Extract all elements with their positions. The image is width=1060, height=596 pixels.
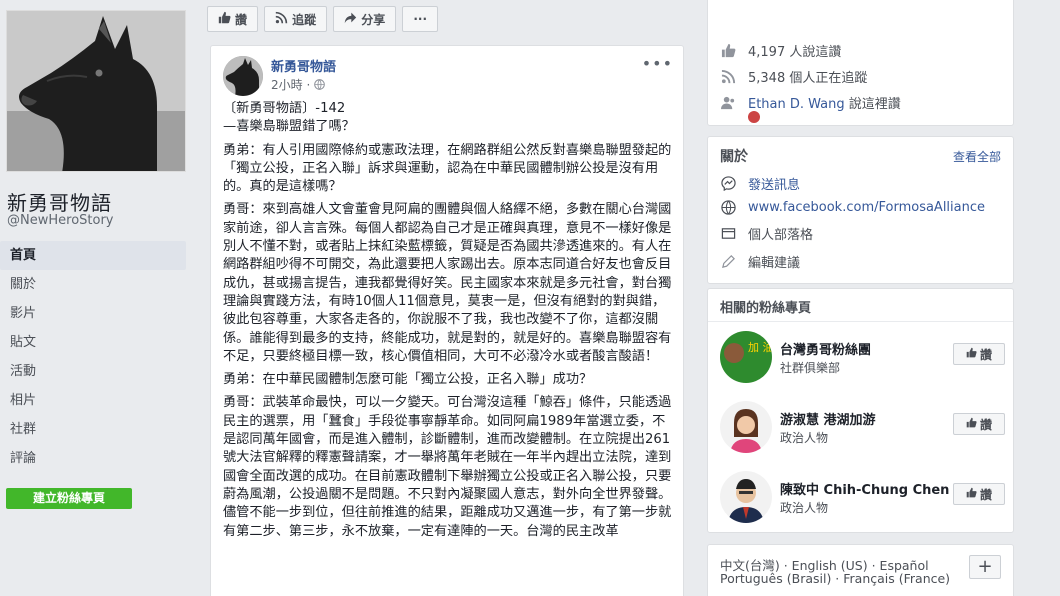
post-paragraph: 勇哥：武裝革命最快，可以一夕變天。可台灣沒這種「鯨吞」條件，只能透過民主的選票，…	[223, 395, 672, 539]
doberman-image	[7, 11, 185, 171]
page-nav: 首頁 關於 影片 貼文 活動 相片 社群 評論	[0, 241, 186, 473]
related-page-item: 陳致中 Chih-Chung Chen 政治人物 讚	[720, 471, 1005, 523]
share-button[interactable]: 分享	[333, 6, 397, 32]
more-languages-button[interactable]: +	[969, 555, 1001, 579]
friend-likes-row: Ethan D. Wang 說這裡讚	[720, 93, 901, 112]
about-item-label: 編輯建議	[748, 256, 801, 271]
related-page-avatar[interactable]	[720, 471, 772, 523]
related-page-name[interactable]: 台灣勇哥粉絲團	[780, 339, 871, 358]
globe-icon	[720, 199, 736, 215]
related-pages-box: 相關的粉絲專頁 加 油 台灣勇哥粉絲團 社群俱樂部 讚 游淑慧 港湖加游 政治人…	[707, 288, 1014, 533]
nav-item-about[interactable]: 關於	[0, 270, 186, 299]
about-item-label: 個人部落格	[748, 228, 814, 243]
like-related-page-button[interactable]: 讚	[953, 343, 1005, 365]
doberman-thumbnail	[223, 56, 263, 96]
thumbs-up-icon	[218, 11, 231, 27]
like-label: 讚	[979, 417, 992, 432]
related-page-item: 加 油 台灣勇哥粉絲團 社群俱樂部 讚	[720, 331, 1005, 383]
share-arrow-icon	[344, 11, 357, 27]
likes-count-row: 4,197 人說這讚	[720, 41, 841, 60]
like-related-page-button[interactable]: 讚	[953, 483, 1005, 505]
friend-likes-suffix: 說這裡讚	[844, 97, 901, 112]
nav-item-reviews[interactable]: 評論	[0, 444, 186, 473]
related-page-name[interactable]: 游淑慧 港湖加游	[780, 409, 876, 428]
profile-picture[interactable]	[6, 10, 186, 172]
related-page-category: 社群俱樂部	[780, 361, 841, 375]
about-item-website[interactable]: www.facebook.com/FormosaAlliance	[720, 199, 985, 215]
pencil-icon	[720, 254, 736, 270]
like-page-label: 讚	[235, 12, 248, 27]
nav-item-events[interactable]: 活動	[0, 357, 186, 386]
thumbs-up-icon	[966, 487, 977, 501]
page-name[interactable]: 新勇哥物語	[7, 187, 112, 216]
rss-icon	[275, 11, 288, 27]
related-page-name[interactable]: 陳致中 Chih-Chung Chen	[780, 479, 949, 498]
nav-item-home[interactable]: 首頁	[0, 241, 186, 270]
left-column: 新勇哥物語 @NewHeroStory 首頁 關於 影片 貼文 活動 相片 社群…	[0, 0, 196, 596]
about-item-suggest-edits[interactable]: 編輯建議	[720, 252, 800, 271]
post-paragraph: 勇弟：在中華民國體制怎麼可能「獨立公投，正名入聯」成功？	[223, 372, 593, 388]
followers-count: 5,348 個人正在追蹤	[748, 71, 868, 86]
messenger-icon	[720, 176, 736, 192]
friend-avatar[interactable]	[748, 111, 760, 123]
language-box: 中文(台灣) · English (US) · Español Portuguê…	[707, 544, 1014, 596]
post-body: 〔新勇哥物語〕-142 —喜樂島聯盟錯了嗎？ 勇弟：有人引用國際條約或憲政法理，…	[223, 100, 675, 546]
nav-item-photos[interactable]: 相片	[0, 386, 186, 415]
post-author-avatar[interactable]	[223, 56, 263, 96]
post-paragraph: 勇弟：有人引用國際條約或憲政法理，在網路群組公然反對喜樂島聯盟發起的「獨立公投，…	[223, 142, 672, 195]
related-page-category: 政治人物	[780, 501, 829, 515]
about-box: 關於 查看全部 發送訊息 www.facebook.com/FormosaAll…	[707, 136, 1014, 284]
post-timestamp[interactable]: 2小時	[271, 78, 303, 92]
about-item-message[interactable]: 發送訊息	[720, 174, 800, 193]
related-page-category: 政治人物	[780, 431, 829, 445]
page-action-bar: 讚 追蹤 分享 ···	[207, 6, 439, 32]
thumbs-up-icon	[966, 417, 977, 431]
nav-item-posts[interactable]: 貼文	[0, 328, 186, 357]
about-item-category[interactable]: 個人部落格	[720, 224, 813, 243]
blog-icon	[720, 226, 736, 242]
follow-button[interactable]: 追蹤	[264, 6, 328, 32]
more-options-button[interactable]: ···	[402, 6, 439, 32]
about-item-label: www.facebook.com/FormosaAlliance	[748, 199, 986, 215]
rss-icon	[720, 69, 736, 85]
related-page-avatar[interactable]	[720, 401, 772, 453]
post-meta: 2小時 ·	[271, 76, 325, 93]
followers-count-row: 5,348 個人正在追蹤	[720, 67, 867, 86]
about-title: 關於	[720, 149, 748, 165]
like-label: 讚	[979, 487, 992, 502]
post-paragraph: 勇哥：來到高雄人文會董會見阿扁的團體與個人絡繹不絕，多數在關心台灣國家前途，卻人…	[223, 202, 672, 364]
thumbs-up-icon	[720, 43, 736, 59]
related-page-item: 游淑慧 港湖加游 政治人物 讚	[720, 401, 1005, 453]
people-icon	[720, 95, 736, 111]
post-author-name[interactable]: 新勇哥物語	[271, 56, 336, 75]
share-label: 分享	[361, 12, 386, 27]
page-handle: @NewHeroStory	[7, 213, 114, 228]
post-card: 新勇哥物語 2小時 · ••• 〔新勇哥物語〕-142 —喜樂島聯盟錯了嗎？ 勇…	[210, 45, 684, 596]
like-page-button[interactable]: 讚	[207, 6, 259, 32]
nav-item-videos[interactable]: 影片	[0, 299, 186, 328]
nav-item-community[interactable]: 社群	[0, 415, 186, 444]
globe-icon	[314, 78, 325, 92]
about-item-label: 發送訊息	[748, 178, 801, 193]
avatar-text: 加 油	[748, 340, 772, 354]
see-all-link[interactable]: 查看全部	[953, 148, 1001, 165]
language-links-line2[interactable]: Português (Brasil) · Français (France)	[720, 571, 950, 586]
thumbs-up-icon	[966, 347, 977, 361]
related-page-avatar[interactable]: 加 油	[720, 331, 772, 383]
page-stats-box: 4,197 人說這讚 5,348 個人正在追蹤 Ethan D. Wang 說這…	[707, 0, 1014, 126]
likes-count: 4,197 人說這讚	[748, 45, 842, 60]
friend-name-link[interactable]: Ethan D. Wang	[748, 97, 845, 112]
follow-label: 追蹤	[292, 12, 317, 27]
like-label: 讚	[979, 347, 992, 362]
create-page-button[interactable]: 建立粉絲專頁	[6, 488, 132, 509]
post-heading: 〔新勇哥物語〕-142 —喜樂島聯盟錯了嗎？	[223, 101, 355, 135]
divider	[708, 321, 1013, 322]
like-related-page-button[interactable]: 讚	[953, 413, 1005, 435]
post-options-button[interactable]: •••	[642, 54, 673, 73]
related-pages-title: 相關的粉絲專頁	[720, 301, 812, 316]
